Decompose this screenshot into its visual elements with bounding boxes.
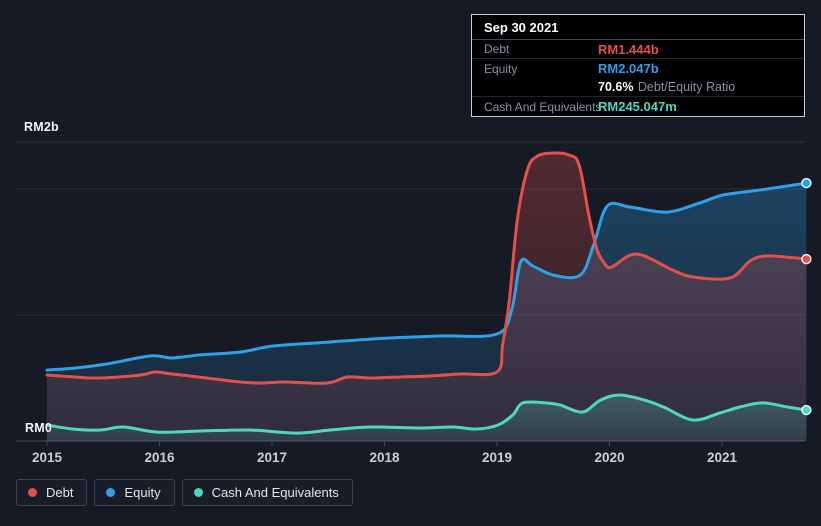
tooltip-date: Sep 30 2021 (472, 15, 804, 40)
x-axis-tick-label: 2019 (481, 450, 513, 465)
tooltip-debt-value: RM1.444b (598, 41, 659, 57)
tooltip-debt-row: Debt RM1.444b (472, 40, 804, 59)
tooltip-equity-row: Equity RM2.047b (472, 59, 804, 78)
legend-label-equity: Equity (124, 485, 161, 500)
chart-tooltip: Sep 30 2021 Debt RM1.444b Equity RM2.047… (471, 14, 805, 117)
legend-item-debt[interactable]: Debt (16, 479, 88, 506)
legend-label-cash: Cash And Equivalents (211, 485, 339, 500)
debt-equity-history-panel: RM2b RM0 2015 2016 2017 2018 2019 2020 2… (0, 0, 821, 526)
legend-item-equity[interactable]: Equity (94, 479, 175, 506)
tooltip-equity-label: Equity (484, 61, 518, 76)
x-axis-tick-label: 2017 (256, 450, 288, 465)
x-axis-tick-label: 2016 (144, 450, 175, 465)
equity-series-dot-icon (106, 488, 116, 497)
tooltip-equity-value: RM2.047b (598, 61, 659, 76)
tooltip-debt-label: Debt (484, 42, 510, 56)
x-axis-tick-label: 2015 (31, 450, 63, 465)
legend-item-cash[interactable]: Cash And Equivalents (181, 479, 353, 506)
y-axis-max-label: RM2b (24, 120, 59, 134)
legend-label-debt: Debt (46, 485, 74, 500)
tooltip-cash-label: Cash And Equivalents (484, 99, 602, 114)
cash-series-dot-icon (193, 488, 203, 497)
chart-legend: Debt Equity Cash And Equivalents (16, 479, 353, 506)
debt-series-dot-icon (28, 488, 37, 497)
tooltip-cash-value: RM245.047m (598, 99, 677, 114)
x-axis-tick-label: 2021 (706, 450, 738, 465)
x-axis-tick-label: 2020 (594, 450, 625, 465)
tooltip-ratio-row: 70.6% Debt/Equity Ratio (472, 78, 804, 97)
tooltip-cash-row: Cash And Equivalents RM245.047m (472, 97, 804, 116)
y-axis-zero-label: RM0 (25, 421, 52, 435)
x-axis-tick-label: 2018 (369, 450, 400, 465)
tooltip-ratio-value: 70.6% Debt/Equity Ratio (598, 80, 736, 94)
